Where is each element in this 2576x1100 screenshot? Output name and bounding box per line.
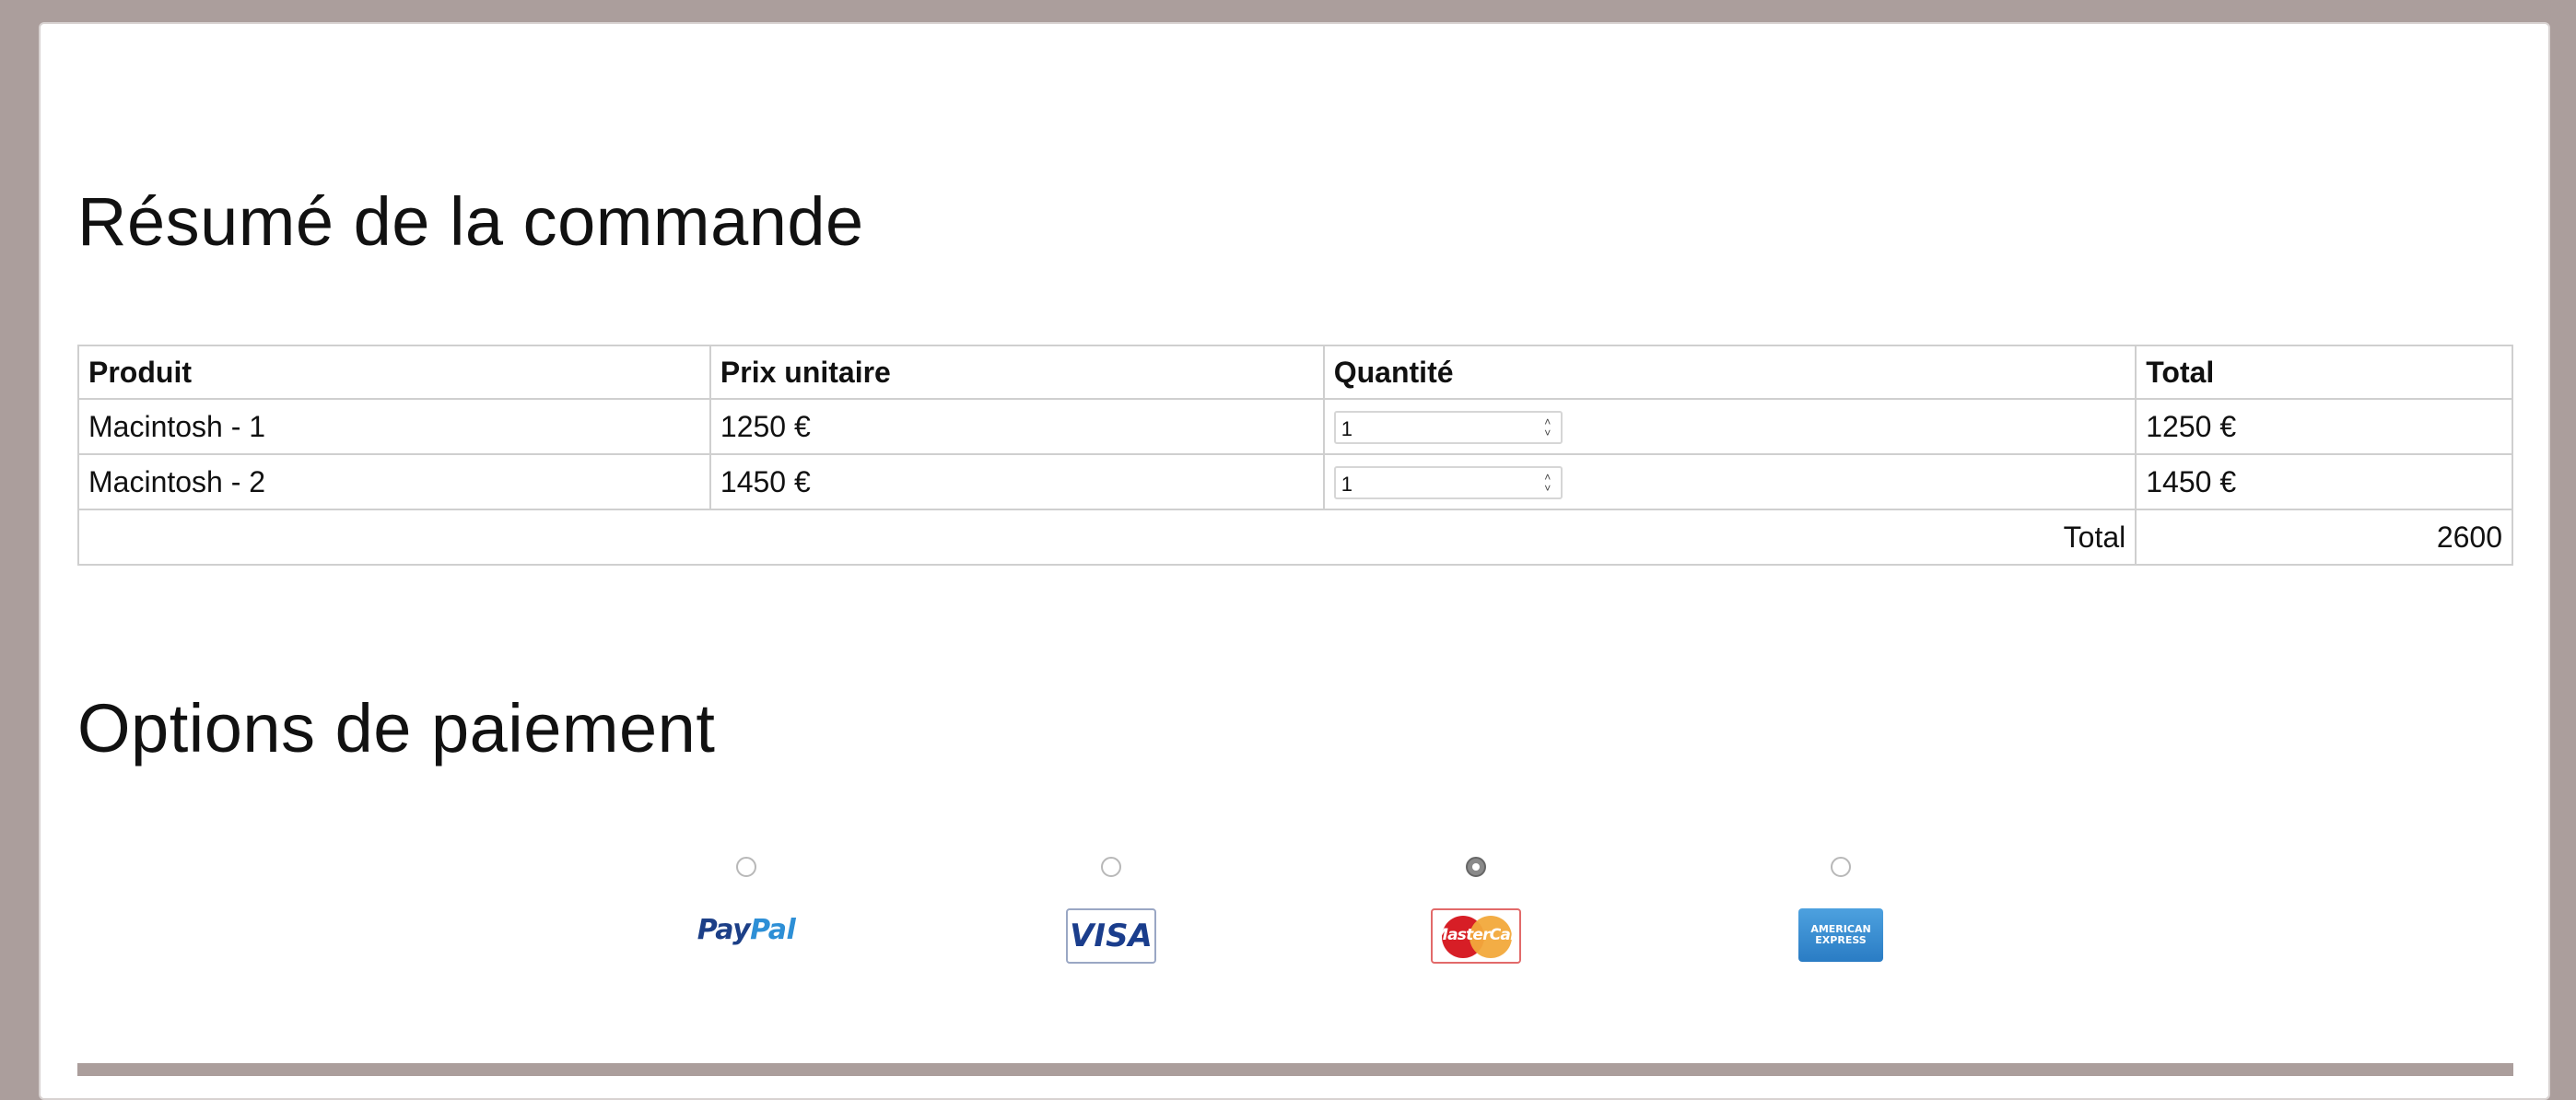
grand-total-label: Total [76, 509, 2137, 566]
paypal-logo: PayPal [697, 914, 796, 946]
visa-logo: VISA [1066, 908, 1156, 964]
column-header-quantity: Quantité [1322, 345, 2137, 400]
payment-option-amex[interactable]: AMERICAN EXPRESS [1776, 857, 1905, 962]
stepper-arrows[interactable]: ˄ ˅ [1539, 470, 1557, 496]
mastercard-logo-text: MasterCard [1433, 926, 1521, 944]
mastercard-logo: MasterCard [1431, 908, 1521, 964]
row-total: 1250 € [2135, 398, 2513, 455]
unit-price: 1250 € [708, 398, 1325, 455]
table-row: Macintosh - 1 1250 € 1 ˄ ˅ 1250 € [77, 398, 2513, 455]
row-total: 1450 € [2135, 453, 2513, 510]
quantity-cell: 1 ˄ ˅ [1322, 453, 2137, 510]
payment-option-mastercard[interactable]: MasterCard [1411, 857, 1540, 964]
order-summary-title: Résumé de la commande [77, 183, 864, 260]
payment-options-title: Options de paiement [77, 690, 716, 766]
grand-total-value: 2600 [2135, 509, 2513, 566]
quantity-stepper[interactable]: 1 ˄ ˅ [1333, 411, 1563, 445]
table-row: Macintosh - 2 1450 € 1 ˄ ˅ 1450 € [77, 453, 2513, 510]
chevron-down-icon[interactable]: ˅ [1544, 483, 1551, 494]
quantity-value: 1 [1341, 473, 1352, 497]
order-table: Produit Prix unitaire Quantité Total Mac… [76, 345, 2513, 566]
grand-total-row: Total 2600 [76, 509, 2513, 566]
mastercard-radio[interactable] [1466, 857, 1486, 877]
column-header-unit-price: Prix unitaire [708, 345, 1325, 400]
amex-radio[interactable] [1831, 857, 1851, 877]
quantity-cell: 1 ˄ ˅ [1322, 398, 2137, 455]
unit-price: 1450 € [708, 453, 1325, 510]
column-header-product: Produit [77, 345, 711, 400]
bottom-divider [77, 1063, 2513, 1076]
column-header-total: Total [2135, 345, 2513, 400]
payment-option-visa[interactable]: VISA [1047, 857, 1176, 964]
stepper-arrows[interactable]: ˄ ˅ [1539, 415, 1557, 440]
quantity-stepper[interactable]: 1 ˄ ˅ [1333, 466, 1563, 500]
quantity-value: 1 [1341, 417, 1352, 441]
payment-option-paypal[interactable]: PayPal [682, 857, 811, 946]
visa-radio[interactable] [1101, 857, 1121, 877]
table-header-row: Produit Prix unitaire Quantité Total [77, 345, 2513, 400]
amex-logo: AMERICAN EXPRESS [1798, 908, 1883, 962]
page-panel: Résumé de la commande Produit Prix unita… [39, 22, 2550, 1100]
product-name: Macintosh - 1 [77, 398, 711, 455]
product-name: Macintosh - 2 [77, 453, 711, 510]
chevron-down-icon[interactable]: ˅ [1544, 427, 1551, 439]
paypal-radio[interactable] [736, 857, 756, 877]
